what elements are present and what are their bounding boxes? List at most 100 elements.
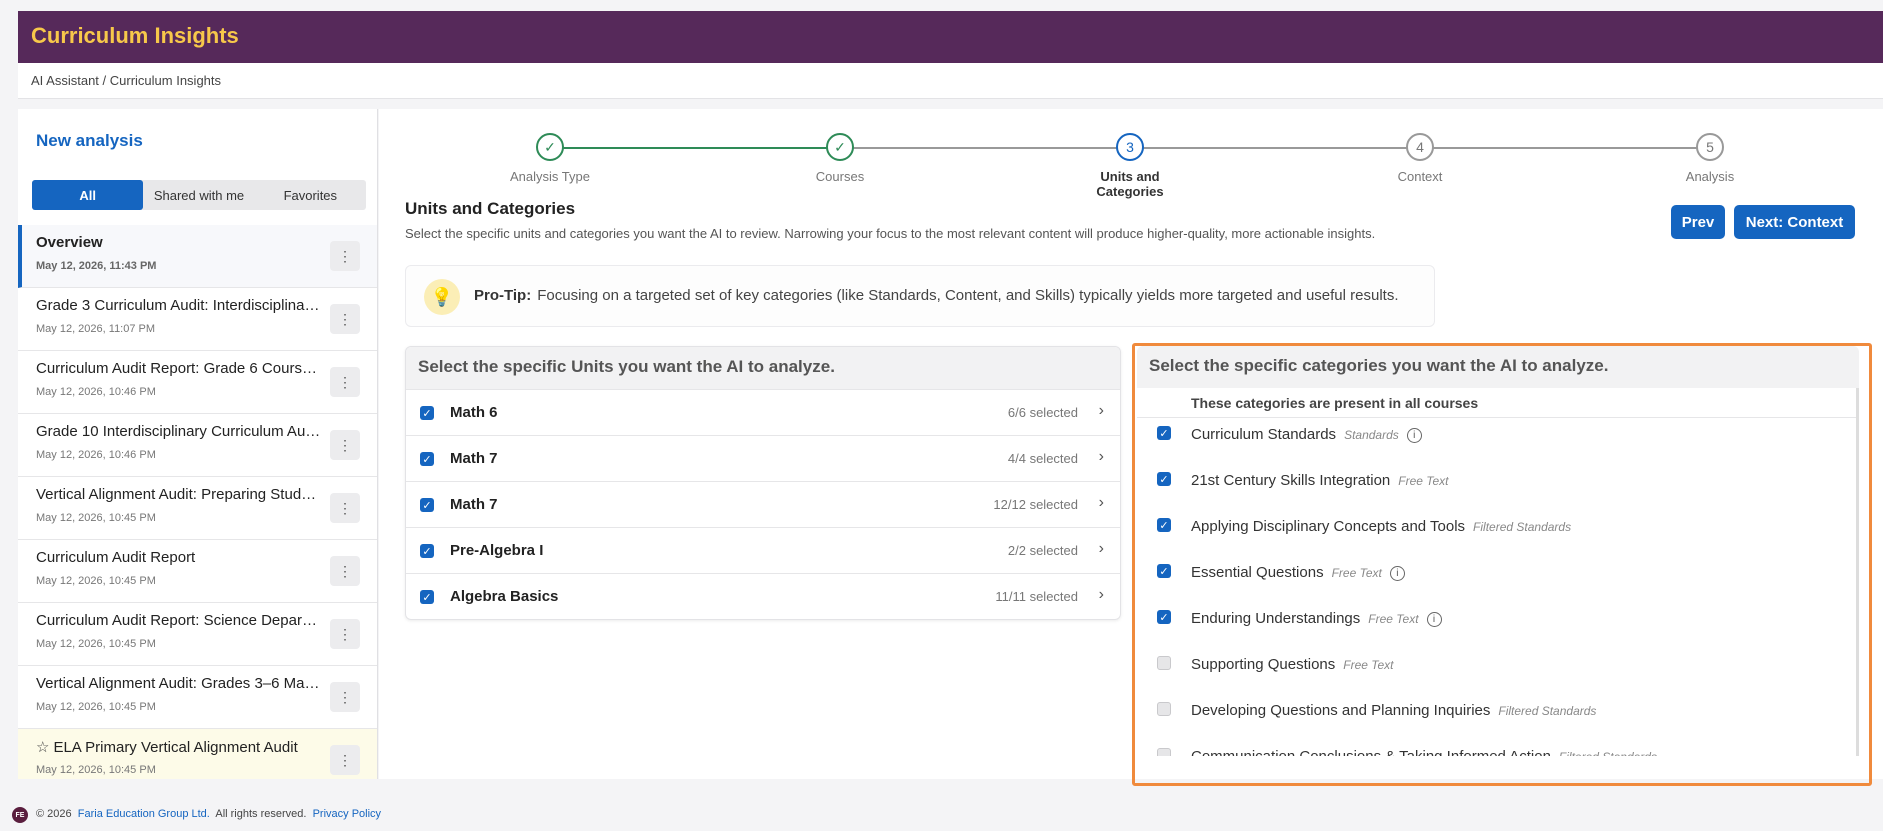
step-context[interactable]: 4 Context (1360, 133, 1480, 184)
step-courses[interactable]: ✓ Courses (780, 133, 900, 184)
item-name: Grade 3 Curriculum Audit: Interdisciplin… (36, 297, 321, 314)
more-icon[interactable]: ⋮ (330, 682, 360, 712)
unit-row[interactable]: ✓ Algebra Basics 11/11 selected › (406, 573, 1120, 619)
unit-name: Algebra Basics (450, 588, 559, 605)
more-icon[interactable]: ⋮ (330, 367, 360, 397)
tip-body: Focusing on a targeted set of key catego… (537, 287, 1399, 304)
tab-all[interactable]: All (32, 180, 144, 210)
list-item[interactable]: Curriculum Audit Report: Science Departm… (18, 603, 377, 666)
prev-button[interactable]: Prev (1671, 205, 1725, 239)
list-item[interactable]: ☆ ELA Primary Vertical Alignment Audit Ma… (18, 729, 377, 779)
unit-count: 2/2 selected (1007, 543, 1078, 558)
next-context-button[interactable]: Next: Context (1734, 205, 1855, 239)
tab-shared[interactable]: Shared with me (143, 180, 254, 210)
unit-name: Math 7 (450, 496, 498, 513)
step-number: 4 (1406, 133, 1434, 161)
more-icon[interactable]: ⋮ (330, 619, 360, 649)
item-name: Curriculum Audit Report: Science Departm… (36, 612, 321, 629)
item-name: ☆ ELA Primary Vertical Alignment Audit (36, 738, 321, 756)
tip-text: Pro-Tip: Focusing on a targeted set of ke… (474, 287, 1399, 304)
step-label: Analysis Type (510, 169, 590, 184)
unit-name: Math 6 (450, 404, 498, 421)
checkbox-checked[interactable]: ✓ (420, 498, 434, 512)
stepper: ✓ Analysis Type ✓ Courses 3 Units and Ca… (379, 133, 1883, 199)
list-item[interactable]: Vertical Alignment Audit: Preparing Stud… (18, 477, 377, 540)
list-item[interactable]: Grade 3 Curriculum Audit: Interdisciplin… (18, 288, 377, 351)
unit-count: 12/12 selected (993, 497, 1078, 512)
pro-tip: 💡 Pro-Tip: Focusing on a targeted set of … (405, 265, 1435, 327)
step-units-categories[interactable]: 3 Units and Categories (1070, 133, 1190, 199)
step-analysis-type[interactable]: ✓ Analysis Type (490, 133, 610, 184)
item-date: May 12, 2026, 10:45 PM (36, 512, 156, 524)
section-title: Units and Categories (405, 199, 576, 218)
item-name: Grade 10 Interdisciplinary Curriculum Au… (36, 423, 321, 440)
unit-name: Pre-Algebra I (450, 542, 544, 559)
chevron-right-icon[interactable]: › (1099, 402, 1104, 420)
item-name: Curriculum Audit Report (36, 549, 196, 566)
checkbox-checked[interactable]: ✓ (420, 452, 434, 466)
section-description: Select the specific units and categories… (405, 226, 1376, 241)
sidebar: New analysis All Shared with me Favorite… (18, 109, 378, 779)
item-name: Vertical Alignment Audit: Grades 3–6 Mat… (36, 675, 321, 692)
more-icon[interactable]: ⋮ (330, 745, 360, 775)
unit-row[interactable]: ✓ Math 6 6/6 selected › (406, 389, 1120, 435)
unit-row[interactable]: ✓ Math 7 4/4 selected › (406, 435, 1120, 481)
unit-count: 4/4 selected (1007, 451, 1078, 466)
item-date: May 12, 2026, 10:45 PM (36, 575, 156, 587)
chevron-right-icon[interactable]: › (1099, 586, 1104, 604)
item-date: May 12, 2026, 10:45 PM (36, 701, 156, 713)
privacy-policy-link[interactable]: Privacy Policy (313, 808, 381, 820)
more-icon[interactable]: ⋮ (330, 304, 360, 334)
item-date: May 12, 2026, 10:45 PM (36, 638, 156, 650)
step-number: 5 (1696, 133, 1724, 161)
unit-name: Math 7 (450, 450, 498, 467)
more-icon[interactable]: ⋮ (330, 430, 360, 460)
checkbox-checked[interactable]: ✓ (420, 590, 434, 604)
unit-row[interactable]: ✓ Math 7 12/12 selected › (406, 481, 1120, 527)
units-panel: Select the specific Units you want the A… (405, 346, 1121, 620)
item-date: May 12, 2026, 11:07 PM (36, 323, 156, 335)
copyright: © 2026 (36, 808, 72, 820)
item-date: May 12, 2026, 10:46 PM (36, 449, 156, 461)
tab-favorites[interactable]: Favorites (255, 180, 366, 210)
analysis-list: Overview May 12, 2026, 11:43 PM ⋮ Grade … (18, 225, 377, 779)
item-name: Curriculum Audit Report: Grade 6 Course … (36, 360, 321, 377)
check-icon: ✓ (826, 133, 854, 161)
item-date: May 12, 2026, 10:45 PM (36, 764, 156, 776)
company-link[interactable]: Faria Education Group Ltd. (78, 808, 210, 820)
app-header: Curriculum Insights (18, 11, 1883, 63)
tip-label: Pro-Tip: (474, 287, 532, 304)
more-icon[interactable]: ⋮ (330, 493, 360, 523)
footer-text: © 2026 Faria Education Group Ltd. All ri… (36, 808, 381, 820)
sidebar-tabs: All Shared with me Favorites (32, 180, 366, 210)
list-item[interactable]: Curriculum Audit Report: Grade 6 Course … (18, 351, 377, 414)
footer: FE © 2026 Faria Education Group Ltd. All… (0, 800, 1883, 831)
list-item[interactable]: Overview May 12, 2026, 11:43 PM ⋮ (18, 225, 377, 288)
lightbulb-icon: 💡 (424, 279, 460, 315)
check-icon: ✓ (536, 133, 564, 161)
item-name: Overview (36, 234, 103, 251)
app-title: Curriculum Insights (31, 23, 239, 48)
chevron-right-icon[interactable]: › (1099, 494, 1104, 512)
checkbox-checked[interactable]: ✓ (420, 544, 434, 558)
star-icon[interactable]: ☆ (36, 738, 49, 756)
item-name-text: ELA Primary Vertical Alignment Audit (53, 739, 298, 756)
new-analysis-link[interactable]: New analysis (36, 131, 143, 151)
list-item[interactable]: Vertical Alignment Audit: Grades 3–6 Mat… (18, 666, 377, 729)
list-item[interactable]: Grade 10 Interdisciplinary Curriculum Au… (18, 414, 377, 477)
unit-count: 11/11 selected (995, 589, 1078, 604)
step-analysis[interactable]: 5 Analysis (1650, 133, 1770, 184)
breadcrumb-text[interactable]: AI Assistant / Curriculum Insights (31, 73, 221, 88)
more-icon[interactable]: ⋮ (330, 556, 360, 586)
units-heading: Select the specific Units you want the A… (406, 347, 1120, 389)
step-label: Context (1397, 169, 1443, 184)
checkbox-checked[interactable]: ✓ (420, 406, 434, 420)
breadcrumb: AI Assistant / Curriculum Insights (18, 63, 1883, 99)
rights: All rights reserved. (215, 808, 307, 820)
chevron-right-icon[interactable]: › (1099, 540, 1104, 558)
list-item[interactable]: Curriculum Audit Report May 12, 2026, 10… (18, 540, 377, 603)
more-icon[interactable]: ⋮ (330, 241, 360, 271)
chevron-right-icon[interactable]: › (1099, 448, 1104, 466)
unit-row[interactable]: ✓ Pre-Algebra I 2/2 selected › (406, 527, 1120, 573)
step-label: Units and Categories (1096, 169, 1164, 199)
